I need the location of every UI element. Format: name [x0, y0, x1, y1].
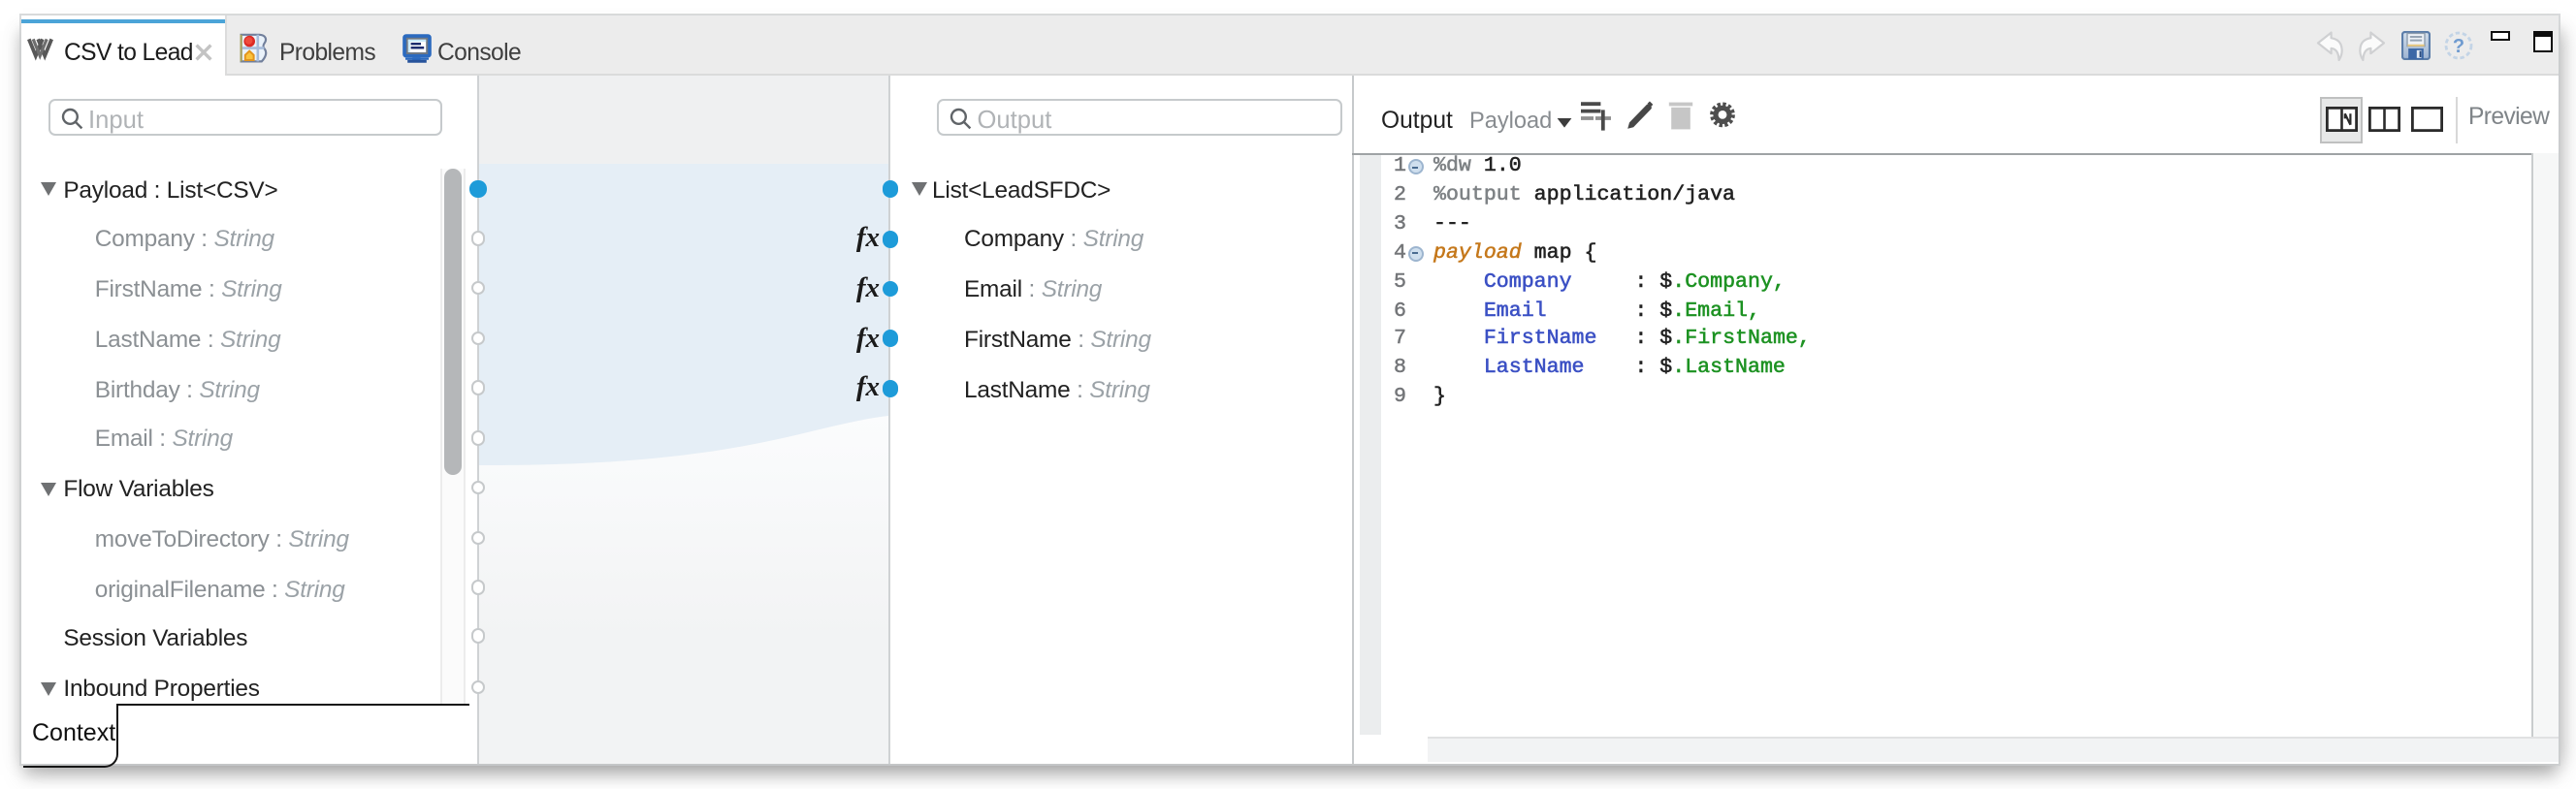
- svg-text:?: ?: [2452, 36, 2463, 57]
